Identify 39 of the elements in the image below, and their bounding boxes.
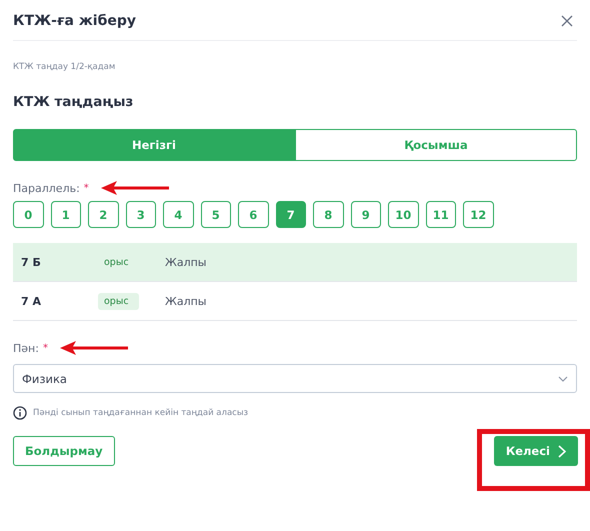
grade-option[interactable]: 3 — [126, 201, 156, 228]
cancel-button[interactable]: Болдырмау — [13, 436, 115, 466]
language-tag: орыс — [98, 292, 139, 310]
required-mark: * — [42, 342, 48, 354]
step-indicator: КТЖ таңдау 1/2-қадам — [13, 62, 116, 72]
annotation-arrow-icon — [100, 181, 169, 195]
class-type: Жалпы — [165, 256, 206, 268]
field-label: Параллель: — [13, 182, 80, 194]
subject-select[interactable]: Физика — [13, 364, 577, 393]
class-name: 7 А — [21, 294, 42, 308]
grade-option[interactable]: 9 — [350, 201, 381, 228]
grade-option[interactable]: 8 — [313, 201, 344, 228]
grade-option[interactable]: 7 — [276, 201, 306, 228]
grade-option[interactable]: 0 — [13, 201, 44, 228]
language-tag: орыс — [98, 254, 139, 270]
info-icon — [13, 406, 27, 420]
class-row[interactable]: 7 Б орыс Жалпы — [13, 243, 577, 282]
grade-option[interactable]: 4 — [163, 201, 194, 228]
chevron-down-icon — [558, 376, 568, 382]
next-button[interactable]: Келесі — [494, 436, 578, 466]
grade-option[interactable]: 5 — [200, 201, 231, 228]
annotation-arrow-icon — [60, 341, 128, 355]
grade-option[interactable]: 12 — [463, 201, 494, 228]
grade-option[interactable]: 6 — [238, 201, 268, 228]
hint-text: Пәнді сынып таңдағаннан кейін таңдай аласыз — [33, 408, 248, 418]
class-name: 7 Б — [21, 256, 42, 268]
close-icon[interactable] — [561, 15, 573, 27]
grade-option[interactable]: 1 — [50, 201, 81, 228]
chevron-right-icon — [558, 444, 566, 458]
required-mark: * — [84, 182, 89, 194]
tab[interactable]: Негізгі — [13, 129, 295, 161]
field-label: Пән: — [13, 342, 39, 354]
grade-option[interactable]: 2 — [88, 201, 118, 228]
dialog-title: КТЖ-ға жіберу — [13, 13, 136, 29]
grade-option[interactable]: 11 — [426, 201, 456, 228]
section-heading: КТЖ таңдаңыз — [13, 94, 134, 110]
grade-option[interactable]: 10 — [388, 201, 418, 228]
class-type: Жалпы — [165, 294, 206, 308]
tab[interactable]: Қосымша — [295, 129, 577, 161]
